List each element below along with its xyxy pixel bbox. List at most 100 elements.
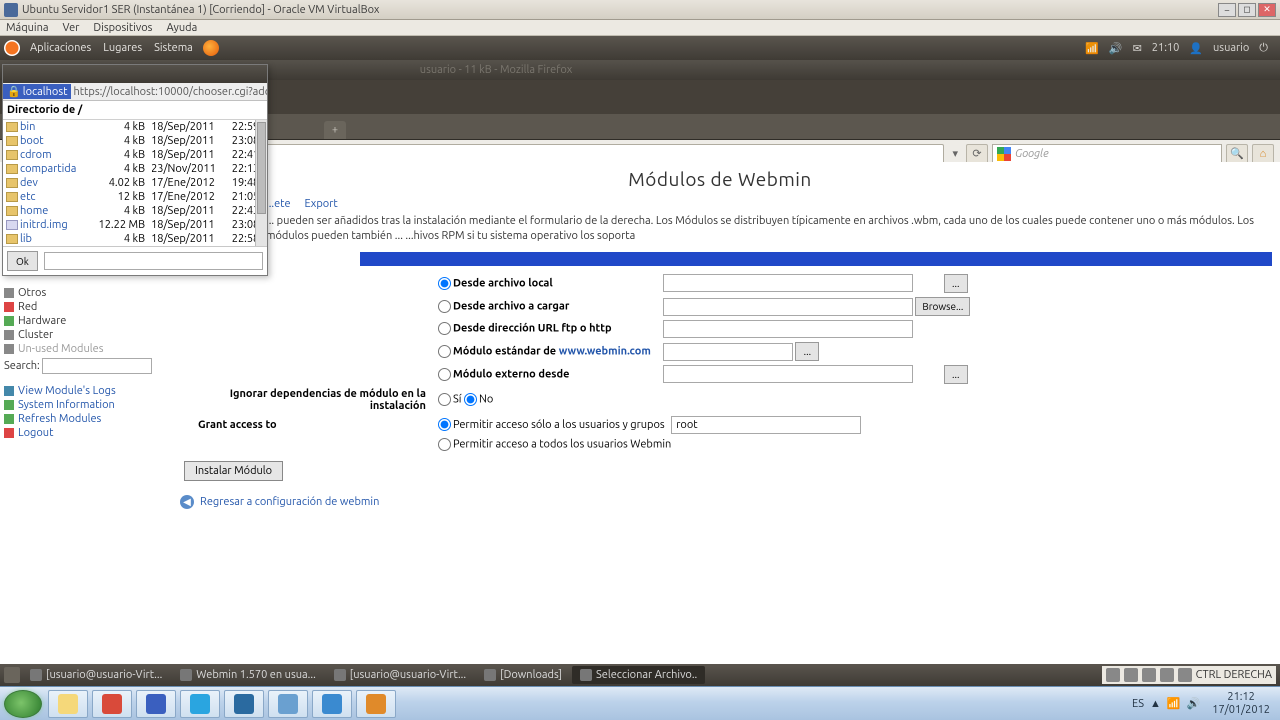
file-size: 4 kB bbox=[90, 204, 148, 218]
tray-lang[interactable]: ES bbox=[1132, 698, 1144, 710]
browse-std-button[interactable]: ... bbox=[795, 342, 819, 361]
vbox-menu-ayuda[interactable]: Ayuda bbox=[166, 22, 197, 34]
network-icon[interactable]: 📶 bbox=[1085, 42, 1099, 55]
ubuntu-logo-icon[interactable] bbox=[4, 40, 20, 56]
sidebar-item-otros[interactable]: Otros bbox=[4, 286, 156, 300]
vbox-menu-dispositivos[interactable]: Dispositivos bbox=[93, 22, 152, 34]
folder-icon bbox=[6, 122, 18, 132]
paint-icon bbox=[278, 694, 298, 714]
install-module-button[interactable]: Instalar Módulo bbox=[184, 461, 283, 481]
file-row[interactable]: compartida4 kB23/Nov/201122:13 bbox=[3, 162, 267, 176]
input-grant-users[interactable] bbox=[671, 416, 861, 434]
sidebar-item-red[interactable]: Red bbox=[4, 300, 156, 314]
gnome-menu-sistema[interactable]: Sistema bbox=[148, 42, 199, 54]
url-dropdown-icon[interactable]: ▾ bbox=[948, 147, 962, 160]
volume-icon[interactable]: 🔊 bbox=[1109, 42, 1123, 55]
radio-ignore-no[interactable] bbox=[464, 393, 477, 406]
taskbar-pin-word[interactable] bbox=[136, 690, 176, 718]
taskbar-pin-chrome[interactable] bbox=[92, 690, 132, 718]
radio-ignore-si[interactable] bbox=[438, 393, 451, 406]
subtab-export[interactable]: Export bbox=[305, 198, 338, 210]
radio-upload[interactable] bbox=[438, 300, 451, 313]
subtab-delete[interactable]: ...ete bbox=[266, 198, 291, 210]
gnome-menu-lugares[interactable]: Lugares bbox=[97, 42, 148, 54]
tray-network-icon[interactable]: 📶 bbox=[1167, 697, 1181, 710]
sidebar-item-cluster[interactable]: Cluster bbox=[4, 328, 156, 342]
reload-button[interactable]: ⟳ bbox=[966, 144, 988, 164]
taskbar-pin-paint[interactable] bbox=[268, 690, 308, 718]
file-row[interactable]: bin4 kB18/Sep/201122:59 bbox=[3, 120, 267, 134]
chooser-path-input[interactable] bbox=[44, 252, 263, 270]
gnome-tray: 📶 🔊 ✉ 21:10 👤 usuario ⏻ bbox=[1085, 42, 1276, 55]
browse-local-button[interactable]: ... bbox=[944, 274, 968, 293]
webmin-link[interactable]: www.webmin.com bbox=[559, 345, 651, 357]
show-desktop-icon[interactable] bbox=[4, 667, 20, 683]
file-row[interactable]: lib4 kB18/Sep/201122:58 bbox=[3, 232, 267, 246]
file-row[interactable]: boot4 kB18/Sep/201123:08 bbox=[3, 134, 267, 148]
taskbar-pin-skype[interactable] bbox=[180, 690, 220, 718]
sidebar-item-hardware[interactable]: Hardware bbox=[4, 314, 156, 328]
file-size: 4 kB bbox=[90, 162, 148, 176]
back-arrow-icon[interactable]: ◀ bbox=[180, 495, 194, 509]
scrollbar[interactable] bbox=[255, 120, 267, 246]
radio-local[interactable] bbox=[438, 277, 451, 290]
taskbar-pin-vbox[interactable] bbox=[224, 690, 264, 718]
search-dropdown[interactable]: 🔍 bbox=[1226, 144, 1248, 164]
ok-button[interactable]: Ok bbox=[7, 251, 38, 271]
user-icon[interactable]: 👤 bbox=[1189, 42, 1203, 55]
mail-icon[interactable]: ✉ bbox=[1133, 42, 1142, 55]
taskbar-pin-wmp[interactable] bbox=[356, 690, 396, 718]
file-size: 12.22 MB bbox=[90, 218, 148, 232]
power-icon[interactable]: ⏻ bbox=[1259, 42, 1268, 55]
radio-url[interactable] bbox=[438, 322, 451, 335]
search-box[interactable]: Google bbox=[992, 144, 1222, 164]
file-row[interactable]: initrd.img12.22 MB18/Sep/201123:08 bbox=[3, 218, 267, 232]
vbox-menu-maquina[interactable]: Máquina bbox=[6, 22, 49, 34]
taskbar-task[interactable]: [Downloads] bbox=[476, 666, 570, 684]
sidebar-link-logs[interactable]: View Module's Logs bbox=[4, 384, 156, 398]
input-url[interactable] bbox=[663, 320, 913, 338]
back-link[interactable]: Regresar a configuración de webmin bbox=[200, 496, 379, 508]
minimize-button[interactable]: – bbox=[1218, 3, 1236, 17]
taskbar-task[interactable]: Seleccionar Archivo.. bbox=[572, 666, 705, 684]
taskbar-pin-iexplore[interactable] bbox=[312, 690, 352, 718]
home-button[interactable]: ⌂ bbox=[1252, 144, 1274, 164]
input-local-path[interactable] bbox=[663, 274, 913, 292]
user-label[interactable]: usuario bbox=[1213, 42, 1249, 54]
radio-grant-sel[interactable] bbox=[438, 418, 451, 431]
input-ext[interactable] bbox=[663, 365, 913, 383]
file-row[interactable]: dev4.02 kB17/Ene/201219:48 bbox=[3, 176, 267, 190]
file-row[interactable]: cdrom4 kB18/Sep/201122:41 bbox=[3, 148, 267, 162]
file-row[interactable]: home4 kB18/Sep/201122:43 bbox=[3, 204, 267, 218]
tray-volume-icon[interactable]: 🔊 bbox=[1187, 697, 1201, 710]
firefox-launcher-icon[interactable] bbox=[203, 40, 219, 56]
taskbar-pin-explorer[interactable] bbox=[48, 690, 88, 718]
vbox-menu-ver[interactable]: Ver bbox=[63, 22, 80, 34]
radio-std[interactable] bbox=[438, 345, 451, 358]
sidebar-link-sysinfo[interactable]: System Information bbox=[4, 398, 156, 412]
taskbar-task[interactable]: Webmin 1.570 en usua... bbox=[172, 666, 324, 684]
chooser-titlebar[interactable] bbox=[3, 65, 267, 83]
browse-upload-button[interactable]: Browse... bbox=[915, 297, 970, 316]
file-row[interactable]: etc12 kB17/Ene/201221:05 bbox=[3, 190, 267, 204]
sidebar-item-unused[interactable]: Un-used Modules bbox=[4, 342, 156, 356]
chooser-urlbar: 🔒 localhost https://localhost:10000/choo… bbox=[3, 83, 267, 101]
close-button[interactable]: ✕ bbox=[1258, 3, 1276, 17]
taskbar-task[interactable]: [usuario@usuario-Virt... bbox=[326, 666, 474, 684]
gnome-menu-aplicaciones[interactable]: Aplicaciones bbox=[24, 42, 97, 54]
clock[interactable]: 21:10 bbox=[1152, 42, 1180, 54]
radio-grant-all[interactable] bbox=[438, 438, 451, 451]
new-tab-button[interactable]: + bbox=[324, 121, 346, 139]
input-upload[interactable] bbox=[663, 298, 913, 316]
radio-ext[interactable] bbox=[438, 368, 451, 381]
tray-flag-icon[interactable]: ▲ bbox=[1150, 698, 1161, 710]
sidebar-link-logout[interactable]: Logout bbox=[4, 426, 156, 440]
input-std[interactable] bbox=[663, 343, 793, 361]
browse-ext-button[interactable]: ... bbox=[944, 365, 968, 384]
start-button[interactable] bbox=[4, 690, 42, 718]
sidebar-search-input[interactable] bbox=[42, 358, 152, 374]
sidebar-link-refresh[interactable]: Refresh Modules bbox=[4, 412, 156, 426]
taskbar-task[interactable]: [usuario@usuario-Virt... bbox=[22, 666, 170, 684]
windows-clock[interactable]: 21:12 17/01/2012 bbox=[1206, 691, 1276, 715]
maximize-button[interactable]: ◻ bbox=[1238, 3, 1256, 17]
